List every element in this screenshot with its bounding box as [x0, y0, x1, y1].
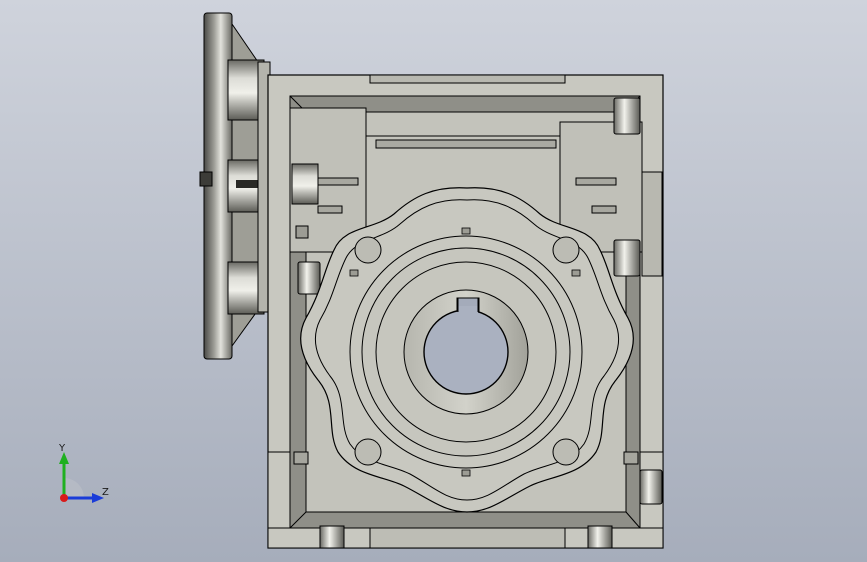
input-flange[interactable] [199, 12, 271, 360]
triad-plane-fill [64, 478, 84, 498]
triad-axes [59, 452, 104, 503]
y-axis-label: Y [59, 443, 66, 454]
x-axis-point-icon [60, 494, 68, 502]
orientation-triad[interactable]: Y Z [40, 438, 120, 510]
output-flange[interactable] [300, 187, 634, 513]
gearbox-model[interactable] [0, 0, 867, 562]
3d-viewport[interactable]: Y Z [0, 0, 867, 562]
z-axis-label: Z [102, 487, 109, 498]
